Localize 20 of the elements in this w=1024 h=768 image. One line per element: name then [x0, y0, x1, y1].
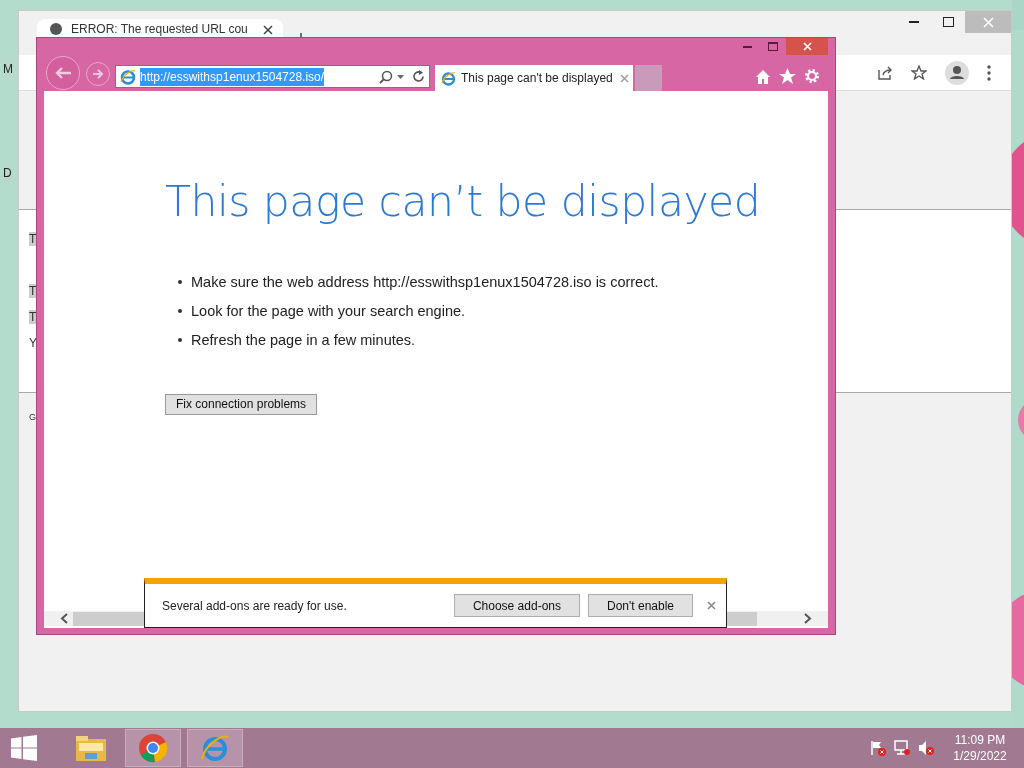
browser-tab[interactable]: This page can't be displayed [435, 65, 633, 91]
page-text: Y [29, 336, 37, 350]
list-item: Refresh the page in a few minutes. [191, 330, 416, 350]
page-text: T [29, 232, 37, 246]
clock-date[interactable]: 1/29/2022 [950, 748, 1010, 764]
page-text: T [29, 310, 37, 324]
notification-message: Several add-ons are ready for use. [162, 597, 347, 615]
tab-title: ERROR: The requested URL cou [71, 22, 248, 36]
notification-button[interactable]: Choose add-ons [453, 594, 580, 617]
notification-button[interactable]: Don't enable [588, 594, 693, 617]
clock-time[interactable]: 11:09 PM [950, 732, 1010, 748]
icon-label: M [3, 60, 13, 78]
page-text: T [29, 284, 37, 298]
icon-label: D [3, 164, 12, 182]
error-heading: This page can’t be displayed [165, 181, 762, 224]
page-text: G [29, 412, 36, 422]
url-text: http://esswithsp1enux1504728.iso/ [140, 67, 325, 86]
fix-connection-button[interactable]: Fix connection problems [165, 393, 318, 415]
list-item: Make sure the web address http://esswithsp1enux1504728.iso is correct. [191, 272, 659, 292]
list-item: Look for the page with your search engine. [191, 301, 466, 321]
